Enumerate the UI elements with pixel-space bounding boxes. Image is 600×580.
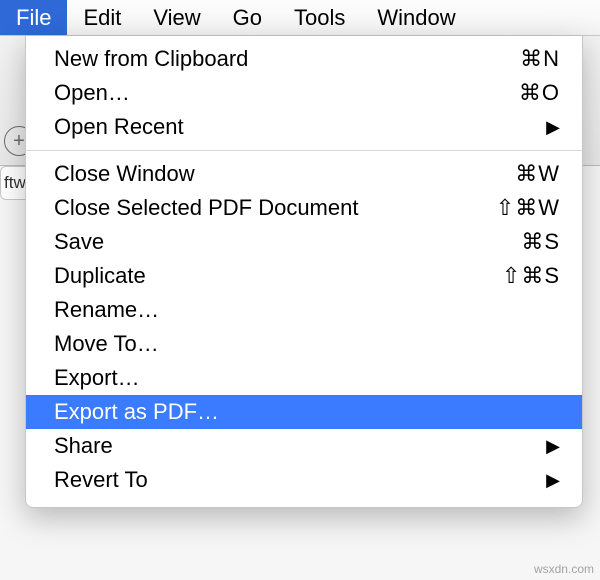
menu-item-label: Move To… — [54, 331, 560, 357]
menubar-item-window[interactable]: Window — [361, 0, 471, 35]
menubar-item-view[interactable]: View — [137, 0, 216, 35]
menu-separator — [26, 150, 582, 151]
menubar-item-tools[interactable]: Tools — [278, 0, 361, 35]
menu-item-export[interactable]: Export… — [26, 361, 582, 395]
menu-item-label: Share — [54, 433, 546, 459]
submenu-arrow-icon: ▶ — [546, 470, 560, 491]
submenu-arrow-icon: ▶ — [546, 436, 560, 457]
menu-item-open-recent[interactable]: Open Recent ▶ — [26, 110, 582, 144]
menu-item-new-from-clipboard[interactable]: New from Clipboard ⌘N — [26, 42, 582, 76]
menubar-item-edit[interactable]: Edit — [67, 0, 137, 35]
menu-item-shortcut: ⌘S — [521, 229, 560, 255]
menu-item-share[interactable]: Share ▶ — [26, 429, 582, 463]
menubar-item-go[interactable]: Go — [217, 0, 278, 35]
menu-item-shortcut: ⇧⌘W — [496, 195, 560, 221]
menubar: File Edit View Go Tools Window — [0, 0, 600, 36]
menu-item-open[interactable]: Open… ⌘O — [26, 76, 582, 110]
menu-item-label: Save — [54, 229, 521, 255]
menu-item-shortcut: ⇧⌘S — [502, 263, 560, 289]
menu-item-revert-to[interactable]: Revert To ▶ — [26, 463, 582, 497]
menu-item-shortcut: ⌘O — [519, 80, 560, 106]
menu-item-label: Duplicate — [54, 263, 502, 289]
menu-item-label: Close Window — [54, 161, 515, 187]
menu-item-label: Rename… — [54, 297, 560, 323]
menu-item-rename[interactable]: Rename… — [26, 293, 582, 327]
menu-item-label: Revert To — [54, 467, 546, 493]
menu-item-label: Open… — [54, 80, 519, 106]
menu-item-export-as-pdf[interactable]: Export as PDF… — [26, 395, 582, 429]
menu-item-close-window[interactable]: Close Window ⌘W — [26, 157, 582, 191]
menu-item-move-to[interactable]: Move To… — [26, 327, 582, 361]
menu-item-shortcut: ⌘W — [515, 161, 560, 187]
menubar-item-file[interactable]: File — [0, 0, 67, 35]
menu-item-label: Export… — [54, 365, 560, 391]
menu-item-label: Export as PDF… — [54, 399, 560, 425]
submenu-arrow-icon: ▶ — [546, 117, 560, 138]
menu-item-save[interactable]: Save ⌘S — [26, 225, 582, 259]
file-menu-dropdown: New from Clipboard ⌘N Open… ⌘O Open Rece… — [25, 36, 583, 508]
menu-item-label: New from Clipboard — [54, 46, 520, 72]
menu-item-duplicate[interactable]: Duplicate ⇧⌘S — [26, 259, 582, 293]
menu-item-label: Close Selected PDF Document — [54, 195, 496, 221]
menu-item-close-selected-pdf[interactable]: Close Selected PDF Document ⇧⌘W — [26, 191, 582, 225]
watermark: wsxdn.com — [534, 562, 594, 576]
menu-item-shortcut: ⌘N — [520, 46, 560, 72]
menu-item-label: Open Recent — [54, 114, 546, 140]
